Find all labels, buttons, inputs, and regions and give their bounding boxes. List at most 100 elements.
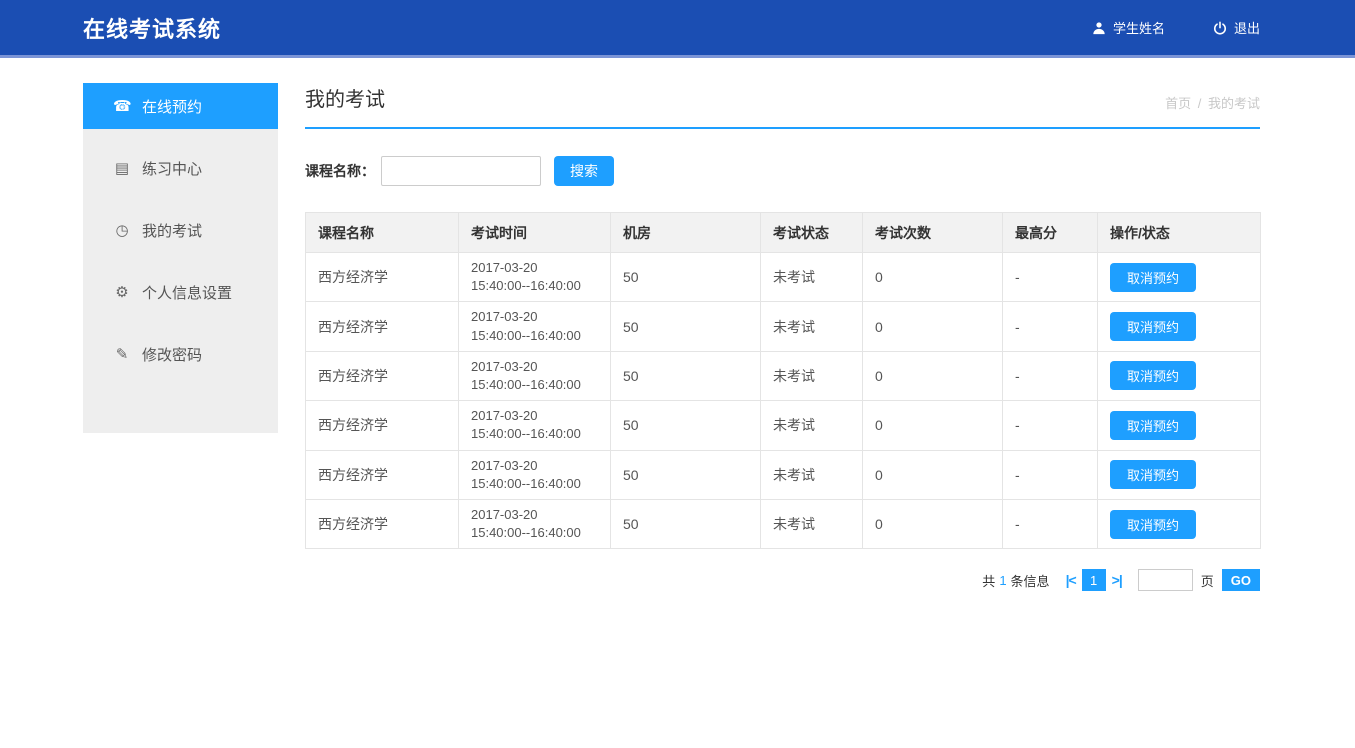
phone-icon: ☎ xyxy=(113,97,131,115)
cell-exam-time: 2017-03-20 15:40:00--16:40:00 xyxy=(459,450,611,499)
sidebar-item[interactable]: ✎ 修改密码 xyxy=(83,331,278,377)
cell-exam-count: 0 xyxy=(863,253,1003,302)
cell-exam-count: 0 xyxy=(863,450,1003,499)
breadcrumb-separator: / xyxy=(1198,96,1202,111)
cancel-reservation-button[interactable]: 取消预约 xyxy=(1110,312,1196,341)
clock-icon: ◷ xyxy=(113,221,131,239)
cancel-reservation-button[interactable]: 取消预约 xyxy=(1110,411,1196,440)
cell-action: 取消预约 xyxy=(1098,499,1261,548)
column-header: 考试状态 xyxy=(761,213,863,253)
cancel-reservation-button[interactable]: 取消预约 xyxy=(1110,263,1196,292)
sidebar-item-label: 修改密码 xyxy=(142,344,202,365)
cell-course-name: 西方经济学 xyxy=(306,351,459,400)
course-name-label: 课程名称： xyxy=(305,161,375,181)
cell-exam-count: 0 xyxy=(863,499,1003,548)
cell-course-name: 西方经济学 xyxy=(306,499,459,548)
total-prefix: 共 xyxy=(982,571,995,590)
sidebar-item[interactable]: ☎ 在线预约 xyxy=(83,83,278,129)
user-name-label: 学生姓名 xyxy=(1113,18,1165,37)
cell-action: 取消预约 xyxy=(1098,302,1261,351)
page-head: 我的考试 首页 / 我的考试 xyxy=(305,83,1260,129)
cell-course-name: 西方经济学 xyxy=(306,401,459,450)
current-page-button[interactable]: 1 xyxy=(1082,569,1106,591)
cell-room: 50 xyxy=(611,401,761,450)
cell-room: 50 xyxy=(611,499,761,548)
cell-action: 取消预约 xyxy=(1098,253,1261,302)
sidebar-item[interactable]: ⚙ 个人信息设置 xyxy=(83,269,278,315)
breadcrumb-current: 我的考试 xyxy=(1208,96,1260,111)
gear-icon: ⚙ xyxy=(113,283,131,301)
logout-label: 退出 xyxy=(1234,18,1260,37)
cell-room: 50 xyxy=(611,253,761,302)
search-button[interactable]: 搜索 xyxy=(554,156,614,186)
cancel-reservation-button[interactable]: 取消预约 xyxy=(1110,460,1196,489)
page-title: 我的考试 xyxy=(305,83,385,112)
user-icon xyxy=(1092,21,1106,35)
cell-exam-time: 2017-03-20 15:40:00--16:40:00 xyxy=(459,401,611,450)
table-body: 西方经济学 2017-03-20 15:40:00--16:40:00 50 未… xyxy=(306,253,1261,549)
cell-room: 50 xyxy=(611,450,761,499)
table-header: 课程名称考试时间机房考试状态考试次数最高分操作/状态 xyxy=(306,213,1261,253)
cell-exam-count: 0 xyxy=(863,401,1003,450)
cell-best-score: - xyxy=(1003,253,1098,302)
column-header: 考试时间 xyxy=(459,213,611,253)
cell-action: 取消预约 xyxy=(1098,450,1261,499)
power-icon xyxy=(1213,21,1227,35)
sidebar-nav: ☎ 在线预约 ▤ 练习中心 ◷ 我的考试 ⚙ 个人信息设置 ✎ 修改密码 xyxy=(83,83,278,433)
search-form: 课程名称： 搜索 xyxy=(305,156,1260,186)
course-name-input[interactable] xyxy=(381,156,541,186)
cell-exam-status: 未考试 xyxy=(761,499,863,548)
table-row: 西方经济学 2017-03-20 15:40:00--16:40:00 50 未… xyxy=(306,253,1261,302)
logout-button[interactable]: 退出 xyxy=(1213,18,1260,37)
cancel-reservation-button[interactable]: 取消预约 xyxy=(1110,361,1196,390)
sidebar-item-label: 练习中心 xyxy=(142,158,202,179)
exam-table-wrap: 课程名称考试时间机房考试状态考试次数最高分操作/状态 西方经济学 2017-03… xyxy=(305,212,1260,549)
cell-room: 50 xyxy=(611,302,761,351)
column-header: 考试次数 xyxy=(863,213,1003,253)
cell-exam-status: 未考试 xyxy=(761,401,863,450)
breadcrumb: 首页 / 我的考试 xyxy=(1162,93,1260,112)
user-menu[interactable]: 学生姓名 xyxy=(1092,18,1165,37)
cell-course-name: 西方经济学 xyxy=(306,253,459,302)
page-number-input[interactable] xyxy=(1138,569,1193,591)
breadcrumb-home[interactable]: 首页 xyxy=(1165,96,1191,111)
sidebar-item[interactable]: ◷ 我的考试 xyxy=(83,207,278,253)
edit-icon: ✎ xyxy=(113,345,131,363)
column-header: 课程名称 xyxy=(306,213,459,253)
cancel-reservation-button[interactable]: 取消预约 xyxy=(1110,510,1196,539)
header-right: 学生姓名 退出 xyxy=(1092,18,1260,37)
cell-exam-status: 未考试 xyxy=(761,351,863,400)
page-body: ☎ 在线预约 ▤ 练习中心 ◷ 我的考试 ⚙ 个人信息设置 ✎ 修改密码 我的考… xyxy=(0,58,1355,591)
cell-best-score: - xyxy=(1003,450,1098,499)
column-header: 操作/状态 xyxy=(1098,213,1261,253)
table-row: 西方经济学 2017-03-20 15:40:00--16:40:00 50 未… xyxy=(306,450,1261,499)
go-button[interactable]: GO xyxy=(1222,569,1260,591)
cell-exam-status: 未考试 xyxy=(761,302,863,351)
cell-action: 取消预约 xyxy=(1098,351,1261,400)
total-suffix: 条信息 xyxy=(1011,571,1050,590)
cell-exam-time: 2017-03-20 15:40:00--16:40:00 xyxy=(459,351,611,400)
cell-exam-time: 2017-03-20 15:40:00--16:40:00 xyxy=(459,499,611,548)
cell-exam-time: 2017-03-20 15:40:00--16:40:00 xyxy=(459,253,611,302)
sidebar-item-label: 个人信息设置 xyxy=(142,282,232,303)
table-row: 西方经济学 2017-03-20 15:40:00--16:40:00 50 未… xyxy=(306,401,1261,450)
app-title: 在线考试系统 xyxy=(83,12,221,44)
next-page-icon[interactable]: >| xyxy=(1112,572,1122,588)
cell-best-score: - xyxy=(1003,499,1098,548)
cell-course-name: 西方经济学 xyxy=(306,450,459,499)
sidebar-item[interactable]: ▤ 练习中心 xyxy=(83,145,278,191)
cell-exam-status: 未考试 xyxy=(761,253,863,302)
prev-page-icon[interactable]: |< xyxy=(1066,572,1076,588)
cell-exam-count: 0 xyxy=(863,302,1003,351)
cell-best-score: - xyxy=(1003,351,1098,400)
table-row: 西方经济学 2017-03-20 15:40:00--16:40:00 50 未… xyxy=(306,499,1261,548)
cell-best-score: - xyxy=(1003,302,1098,351)
sidebar-item-label: 我的考试 xyxy=(142,220,202,241)
main-content: 我的考试 首页 / 我的考试 课程名称： 搜索 课程名称考试时间机房考试状态考试… xyxy=(305,83,1260,591)
table-row: 西方经济学 2017-03-20 15:40:00--16:40:00 50 未… xyxy=(306,351,1261,400)
exam-table: 课程名称考试时间机房考试状态考试次数最高分操作/状态 西方经济学 2017-03… xyxy=(305,212,1261,549)
practice-icon: ▤ xyxy=(113,159,131,177)
cell-exam-count: 0 xyxy=(863,351,1003,400)
cell-course-name: 西方经济学 xyxy=(306,302,459,351)
cell-room: 50 xyxy=(611,351,761,400)
